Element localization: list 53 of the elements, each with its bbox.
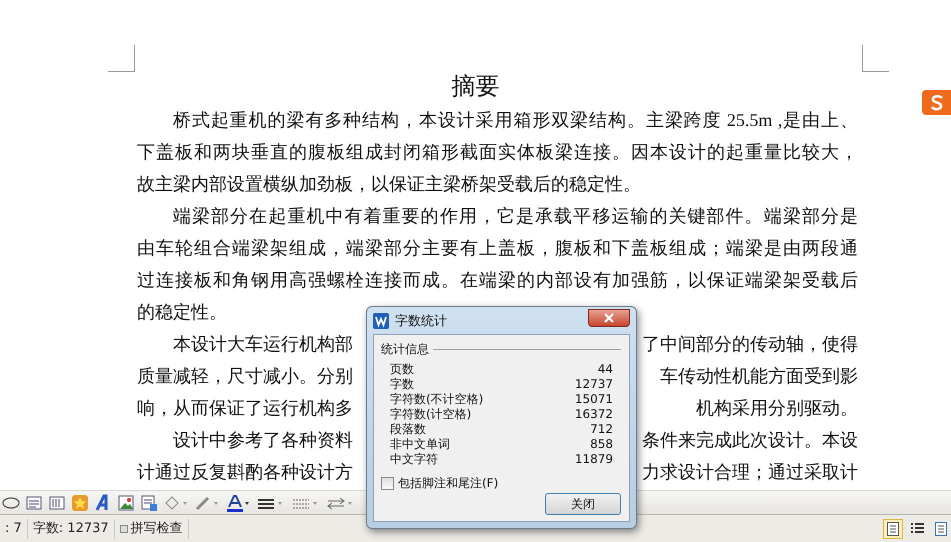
stat-value: 12737 bbox=[574, 377, 613, 392]
stat-value: 11879 bbox=[574, 452, 613, 467]
square-icon bbox=[120, 524, 128, 532]
page-view-icon[interactable] bbox=[883, 518, 903, 538]
close-dialog-button[interactable]: 关闭 bbox=[545, 493, 621, 515]
status-text: : 7 bbox=[0, 518, 28, 538]
stat-label: 字数 bbox=[390, 377, 414, 392]
stat-value: 712 bbox=[590, 422, 613, 437]
status-text: 字数: 12737 bbox=[28, 518, 115, 538]
stat-label: 页数 bbox=[390, 362, 414, 377]
body-text-line: 的稳定性。 bbox=[137, 301, 227, 324]
app-icon bbox=[373, 312, 389, 328]
body-text-line: 响，从而保证了运行机构多 bbox=[137, 397, 353, 420]
spell-check-toggle[interactable]: 拼写检查 bbox=[114, 518, 189, 538]
insert-object-icon[interactable] bbox=[140, 494, 158, 512]
body-text-line: 力求设计合理；通过采取计 bbox=[642, 461, 858, 484]
body-text-line: 车传动性机能方面受到影 bbox=[660, 365, 858, 388]
text-box-icon[interactable] bbox=[25, 494, 43, 512]
close-button[interactable] bbox=[588, 308, 630, 326]
font-color-icon[interactable] bbox=[225, 494, 251, 512]
body-text-line: 设计中参考了各种资料 bbox=[172, 429, 353, 452]
stat-label: 段落数 bbox=[390, 422, 426, 437]
stat-value: 16372 bbox=[574, 407, 613, 422]
stat-label: 字符数(不计空格) bbox=[390, 392, 484, 407]
body-text-line: 下盖板和两块垂直的腹板组成封闭箱形截面实体板梁连接。因本设计的起重量比较大， bbox=[137, 141, 858, 164]
checkbox[interactable] bbox=[381, 477, 394, 490]
body-text-line: 质量减轻，尺寸减小。分别 bbox=[137, 365, 353, 388]
stat-label: 字符数(计空格) bbox=[390, 407, 472, 422]
checkbox-label: 包括脚注和尾注(F) bbox=[398, 475, 498, 492]
body-text-line: 本设计大车运行机构部 bbox=[172, 333, 353, 356]
body-text-line: 故主梁内部设置横纵加劲板，以保证主梁桥架受载后的稳定性。 bbox=[137, 173, 641, 196]
body-text-line: 计通过反复斟酌各种设计方 bbox=[137, 461, 353, 484]
body-text-line: 机构采用分别驱动。 bbox=[696, 397, 858, 420]
body-text-line: 由车轮组合端梁架组成，端梁部分主要有上盖板，腹板和下盖板组成；端梁是由两段通 bbox=[137, 237, 858, 260]
stat-value: 858 bbox=[590, 437, 613, 452]
stat-value: 15071 bbox=[574, 392, 613, 407]
page-corner-mark bbox=[108, 45, 135, 72]
logo-icon[interactable] bbox=[922, 90, 951, 115]
body-text-line: 过连接板和角钢用高强螺栓连接而成。在端梁的内部设有加强筋，以保证端梁架受载后 bbox=[137, 269, 858, 292]
image-icon[interactable] bbox=[117, 494, 135, 512]
body-text-line: 端梁部分在起重机中有着重要的作用，它是承载平移运输的关键部件。端梁部分是 bbox=[172, 205, 858, 228]
dialog-title: 字数统计 bbox=[395, 312, 447, 330]
body-text-line: 了中间部分的传动轴，使得 bbox=[642, 333, 858, 356]
stat-value: 44 bbox=[598, 362, 613, 377]
body-text-line: 条件来完成此次设计。本设 bbox=[642, 429, 858, 452]
stat-label: 非中文单词 bbox=[390, 437, 450, 452]
text-box-icon[interactable] bbox=[48, 494, 66, 512]
page-corner-mark bbox=[862, 45, 889, 72]
body-text-line: 桥式起重机的梁有多种结构，本设计采用箱形双梁结构。主梁跨度 25.5m ,是由上、 bbox=[172, 109, 858, 132]
group-label: 统计信息 bbox=[381, 341, 429, 358]
document-title: 摘要 bbox=[452, 73, 500, 102]
stat-label: 中文字符 bbox=[390, 452, 438, 467]
close-icon bbox=[604, 312, 614, 322]
